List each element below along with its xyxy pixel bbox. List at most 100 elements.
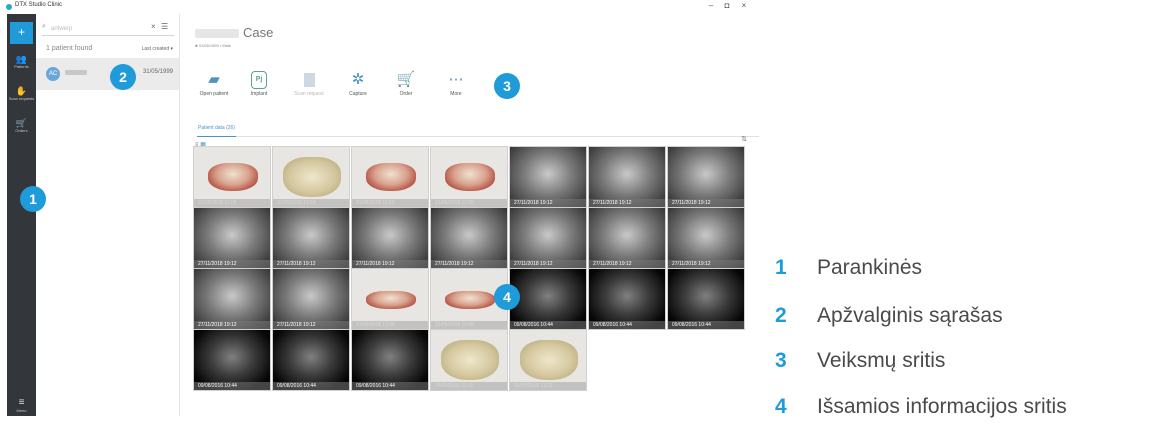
thumbnail-cbct[interactable]: 09/08/2016 10:44 — [509, 268, 587, 330]
dental-model-image — [445, 163, 495, 191]
thumbnail-timestamp: 27/11/2018 19:12 — [194, 321, 270, 329]
thumbnail-timestamp: 27/11/2018 19:12 — [668, 260, 744, 268]
thumbnail-cbct[interactable]: 09/08/2016 10:44 — [588, 268, 666, 330]
minimize-button[interactable]: – — [704, 1, 718, 10]
app-title: DTX Studio Clinic — [15, 2, 63, 8]
sort-settings-icon[interactable]: ⇅ — [741, 135, 747, 143]
nav-item-scan-requests[interactable]: ✋ Scan requests — [7, 86, 36, 102]
thumbnail-grid: 31/05/2018 11:59 31/05/2018 11:59 31/05/20… — [193, 146, 753, 391]
app-logo-icon — [6, 4, 12, 10]
nav-item-patients[interactable]: 👥 Patients — [7, 54, 36, 70]
thumbnail-model[interactable]: 31/05/2018 12:06 — [351, 268, 429, 330]
search-input[interactable] — [51, 24, 141, 33]
thumbnail-timestamp: 27/11/2018 19:12 — [510, 260, 586, 268]
dental-model-image — [366, 163, 416, 191]
thumbnail-timestamp: 06/05/2016 11:25 — [431, 382, 507, 390]
thumbnail-timestamp: 27/11/2018 19:12 — [431, 260, 507, 268]
action-label: Order — [399, 91, 413, 97]
thumbnail-timestamp: 27/11/2018 19:12 — [273, 260, 349, 268]
legend-text: Išsamios informacijos sritis — [817, 395, 1067, 418]
cart-icon: 🛒 — [396, 71, 416, 88]
thumbnail-model[interactable]: 31/05/2018 11:59 — [193, 146, 271, 208]
dental-model-image — [441, 340, 499, 380]
menu-button[interactable]: ≡ Menu — [7, 397, 36, 413]
thumbnail-xray[interactable]: 27/11/2018 19:12 — [667, 146, 745, 208]
order-button[interactable]: 🛒 Order — [381, 69, 431, 97]
add-button[interactable]: + — [10, 22, 33, 44]
thumbnail-timestamp: 09/08/2016 10:44 — [510, 321, 586, 329]
capture-icon: ✲ — [351, 71, 365, 88]
thumbnail-model[interactable]: 31/05/2018 11:59 — [272, 146, 350, 208]
marker-1: 1 — [20, 186, 46, 212]
thumbnail-timestamp: 31/05/2018 11:59 — [194, 199, 270, 207]
dental-model-image — [283, 157, 341, 197]
thumbnail-xray[interactable]: 27/11/2018 19:12 — [509, 146, 587, 208]
thumbnail-timestamp: 09/08/2016 10:44 — [589, 321, 665, 329]
clear-search-icon[interactable]: × — [151, 22, 156, 31]
open-patient-button[interactable]: ▰ Open patient — [189, 69, 239, 97]
action-label: Open patient — [199, 91, 229, 97]
action-label: More — [450, 91, 462, 97]
thumbnail-timestamp: 27/11/2018 19:12 — [510, 199, 586, 207]
page-title: Case — [243, 25, 274, 40]
thumbnail-xray[interactable]: 27/11/2018 19:12 — [509, 207, 587, 269]
menu-label: Menu — [16, 408, 27, 413]
thumbnail-cbct[interactable]: 09/08/2016 10:44 — [667, 268, 745, 330]
thumbnail-model[interactable]: 31/05/2018 12:06 — [430, 146, 508, 208]
nav-item-label: Scan requests — [8, 96, 35, 101]
thumbnail-model[interactable]: 06/05/2016 11:25 — [430, 329, 508, 391]
patient-name-redacted — [195, 29, 239, 38]
thumbnail-model[interactable]: 06/05/2016 11:25 — [509, 329, 587, 391]
action-label: Scan request — [294, 91, 324, 97]
thumbnail-xray[interactable]: 27/11/2018 19:12 — [430, 207, 508, 269]
search-icon: ⌕ — [42, 23, 46, 30]
thumbnail-cbct[interactable]: 09/08/2016 10:44 — [351, 329, 429, 391]
thumbnail-timestamp: 31/05/2018 12:06 — [431, 321, 507, 329]
legend-number: 2 — [775, 304, 787, 327]
dental-model-image — [366, 291, 416, 309]
scan-request-button[interactable]: Scan request — [284, 69, 334, 97]
thumbnail-timestamp: 27/11/2018 19:12 — [589, 199, 665, 207]
patient-list-item[interactable]: AC 31/05/1999 — [36, 58, 179, 90]
thumbnail-cbct[interactable]: 09/08/2016 10:44 — [193, 329, 271, 391]
more-icon: ⋯ — [448, 71, 464, 88]
thumbnail-xray[interactable]: 27/11/2018 19:12 — [193, 268, 271, 330]
nav-item-label: Orders — [15, 128, 28, 133]
filter-icon[interactable]: ☰ — [161, 22, 168, 31]
legend-number: 3 — [775, 349, 787, 372]
capture-button[interactable]: ✲ Capture — [333, 69, 383, 97]
tab-patient-data[interactable]: Patient data (26) — [197, 125, 236, 137]
thumbnail-xray[interactable]: 27/11/2018 19:12 — [588, 146, 666, 208]
thumbnail-timestamp: 09/08/2016 10:44 — [668, 321, 744, 329]
thumbnail-model[interactable]: 31/05/2018 11:55 — [351, 146, 429, 208]
thumbnail-timestamp: 31/05/2018 12:06 — [431, 199, 507, 207]
dental-model-image — [445, 291, 495, 309]
thumbnail-xray[interactable]: 27/11/2018 19:12 — [272, 207, 350, 269]
action-label: Implant — [250, 91, 268, 97]
maximize-button[interactable]: ◘ — [720, 1, 734, 10]
thumbnail-xray[interactable]: 27/11/2018 19:12 — [193, 207, 271, 269]
implant-button[interactable]: Pj Implant — [234, 69, 284, 97]
marker-4: 4 — [494, 284, 520, 310]
thumbnail-timestamp: 27/11/2018 19:12 — [194, 260, 270, 268]
thumbnail-cbct[interactable]: 09/08/2016 10:44 — [272, 329, 350, 391]
nav-item-orders[interactable]: 🛒 Orders — [7, 118, 36, 134]
patient-info-line: ♣ 31/05/1999 • Male — [195, 43, 232, 48]
thumbnail-xray[interactable]: 27/11/2018 19:12 — [588, 207, 666, 269]
title-bar: DTX Studio Clinic – ◘ × — [0, 0, 763, 14]
thumbnail-xray[interactable]: 27/11/2018 19:12 — [272, 268, 350, 330]
more-button[interactable]: ⋯ More — [431, 69, 481, 97]
thumbnail-xray[interactable]: 27/11/2018 19:12 — [351, 207, 429, 269]
marker-2: 2 — [110, 64, 136, 90]
nav-item-label: Patients — [14, 64, 29, 69]
close-window-button[interactable]: × — [737, 1, 751, 10]
legend-text: Veiksmų sritis — [817, 349, 946, 372]
legend-text: Apžvalginis sąrašas — [817, 304, 1003, 327]
cart-icon: 🛒 — [15, 118, 28, 128]
legend-text: Parankinės — [817, 256, 923, 279]
thumbnail-timestamp: 09/08/2016 10:44 — [194, 382, 270, 390]
thumbnail-timestamp: 27/11/2018 19:12 — [273, 321, 349, 329]
thumbnail-xray[interactable]: 27/11/2018 19:12 — [667, 207, 745, 269]
action-area: ▰ Open patient Pj Implant Scan request ✲… — [181, 69, 511, 114]
sort-dropdown[interactable]: Last created ▾ — [142, 46, 173, 52]
